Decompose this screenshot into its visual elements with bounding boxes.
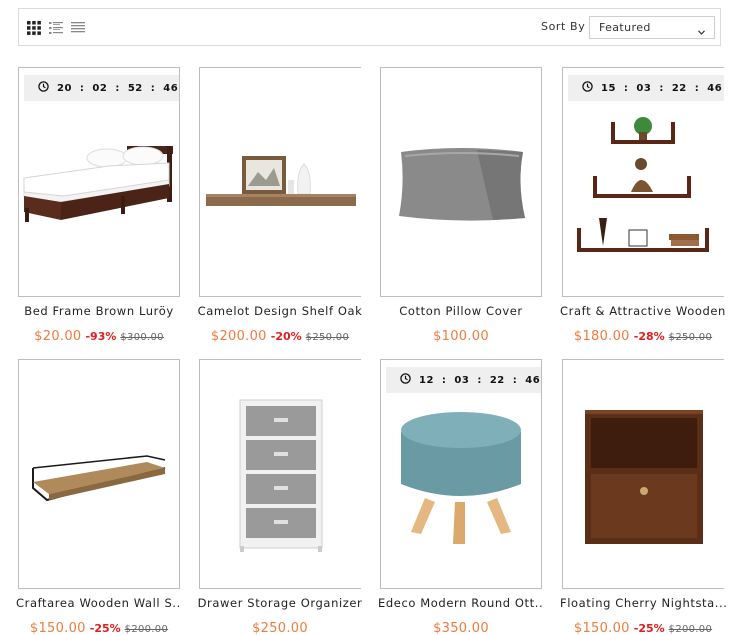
price-row: $200.00 -20% $250.00 xyxy=(191,325,369,344)
countdown-timer: 12: 03: 22: 46 xyxy=(386,367,541,393)
product-image-frame[interactable] xyxy=(562,359,724,589)
product-title[interactable]: Bed Frame Brown Luröy xyxy=(16,304,182,318)
product-price: $20.00 xyxy=(34,329,82,344)
price-row: $350.00 xyxy=(372,617,550,635)
discount-badge: -25% xyxy=(633,622,665,635)
price-row: $250.00 xyxy=(191,617,369,635)
product-title[interactable]: Camelot Design Shelf Oak xyxy=(197,304,363,318)
timer-milliseconds: 46 xyxy=(163,82,179,94)
product-price: $250.00 xyxy=(252,621,308,635)
product-image-frame[interactable] xyxy=(199,67,361,297)
product-title[interactable]: Cotton Pillow Cover xyxy=(378,304,544,318)
product-image-frame[interactable] xyxy=(380,67,542,297)
product-title[interactable]: Edeco Modern Round Ott... xyxy=(378,596,544,610)
clock-icon xyxy=(38,81,49,95)
product-title[interactable]: Craftarea Wooden Wall S... xyxy=(16,596,182,610)
product-title[interactable]: Craft & Attractive Wooden xyxy=(560,304,726,318)
countdown-timer: 20: 02: 52: 46 xyxy=(24,75,179,101)
toolbar: Sort By Featured xyxy=(18,8,721,46)
product-price: $150.00 xyxy=(29,621,86,635)
ottoman-image xyxy=(401,412,521,544)
clock-icon xyxy=(582,81,593,95)
timer-minutes: 02 xyxy=(92,82,108,94)
price-row: $20.00 -93% $300.00 xyxy=(10,325,188,344)
grid-view-icon[interactable] xyxy=(27,20,41,35)
product-title[interactable]: Drawer Storage Organizer xyxy=(197,596,363,610)
product-price: $180.00 xyxy=(573,329,630,344)
price-row: $150.00 -25% $200.00 xyxy=(554,617,732,635)
discount-badge: -93% xyxy=(85,330,117,343)
sort-select[interactable]: Featured xyxy=(589,16,715,39)
product-image-frame[interactable] xyxy=(18,359,180,589)
old-price: $200.00 xyxy=(668,624,713,635)
timer-milliseconds: 46 xyxy=(525,374,541,386)
product-image-frame[interactable] xyxy=(199,359,361,589)
sort-label: Sort By xyxy=(541,20,586,33)
nightstand-image xyxy=(585,410,703,544)
old-price: $300.00 xyxy=(120,332,164,343)
chevron-down-icon xyxy=(698,25,705,38)
timer-hours: 12 xyxy=(419,374,434,386)
timer-hours: 20 xyxy=(57,82,72,94)
product-price: $200.00 xyxy=(210,329,267,344)
old-price: $200.00 xyxy=(124,624,169,635)
product-price: $150.00 xyxy=(573,621,630,635)
discount-badge: -25% xyxy=(89,622,121,635)
wall-shelf-image xyxy=(32,455,166,502)
timer-milliseconds: 46 xyxy=(707,82,723,94)
discount-badge: -28% xyxy=(633,330,665,343)
clock-icon xyxy=(400,373,411,387)
drawer-organizer-image xyxy=(239,399,323,552)
list-view-icon[interactable] xyxy=(49,20,63,34)
price-row: $100.00 xyxy=(372,325,550,344)
timer-minutes: 03 xyxy=(636,82,652,94)
timer-seconds: 22 xyxy=(489,374,505,386)
countdown-timer: 15: 03: 22: 46 xyxy=(568,75,724,101)
old-price: $250.00 xyxy=(668,332,713,343)
timer-seconds: 22 xyxy=(671,82,687,94)
sort-selected-value: Featured xyxy=(599,21,651,34)
price-row: $180.00 -28% $250.00 xyxy=(554,325,732,344)
price-row: $150.00 -25% $200.00 xyxy=(10,617,188,635)
product-price: $350.00 xyxy=(433,621,489,635)
wooden-shelves-image xyxy=(577,117,709,252)
timer-hours: 15 xyxy=(601,82,616,94)
old-price: $250.00 xyxy=(305,332,350,343)
timer-minutes: 03 xyxy=(454,374,470,386)
compact-list-icon[interactable] xyxy=(71,20,85,34)
pillow-image xyxy=(399,148,525,221)
discount-badge: -20% xyxy=(270,330,302,343)
product-image-frame[interactable]: 12: 03: 22: 46 xyxy=(380,359,542,589)
product-title[interactable]: Floating Cherry Nightsta... xyxy=(560,596,726,610)
product-image-frame[interactable]: 15: 03: 22: 46 xyxy=(562,67,724,297)
product-image-frame[interactable]: 20: 02: 52: 46 xyxy=(18,67,180,297)
timer-seconds: 52 xyxy=(127,82,143,94)
bed-frame-image xyxy=(23,146,173,222)
product-price: $100.00 xyxy=(433,329,489,344)
wall-shelf-image xyxy=(206,156,356,206)
